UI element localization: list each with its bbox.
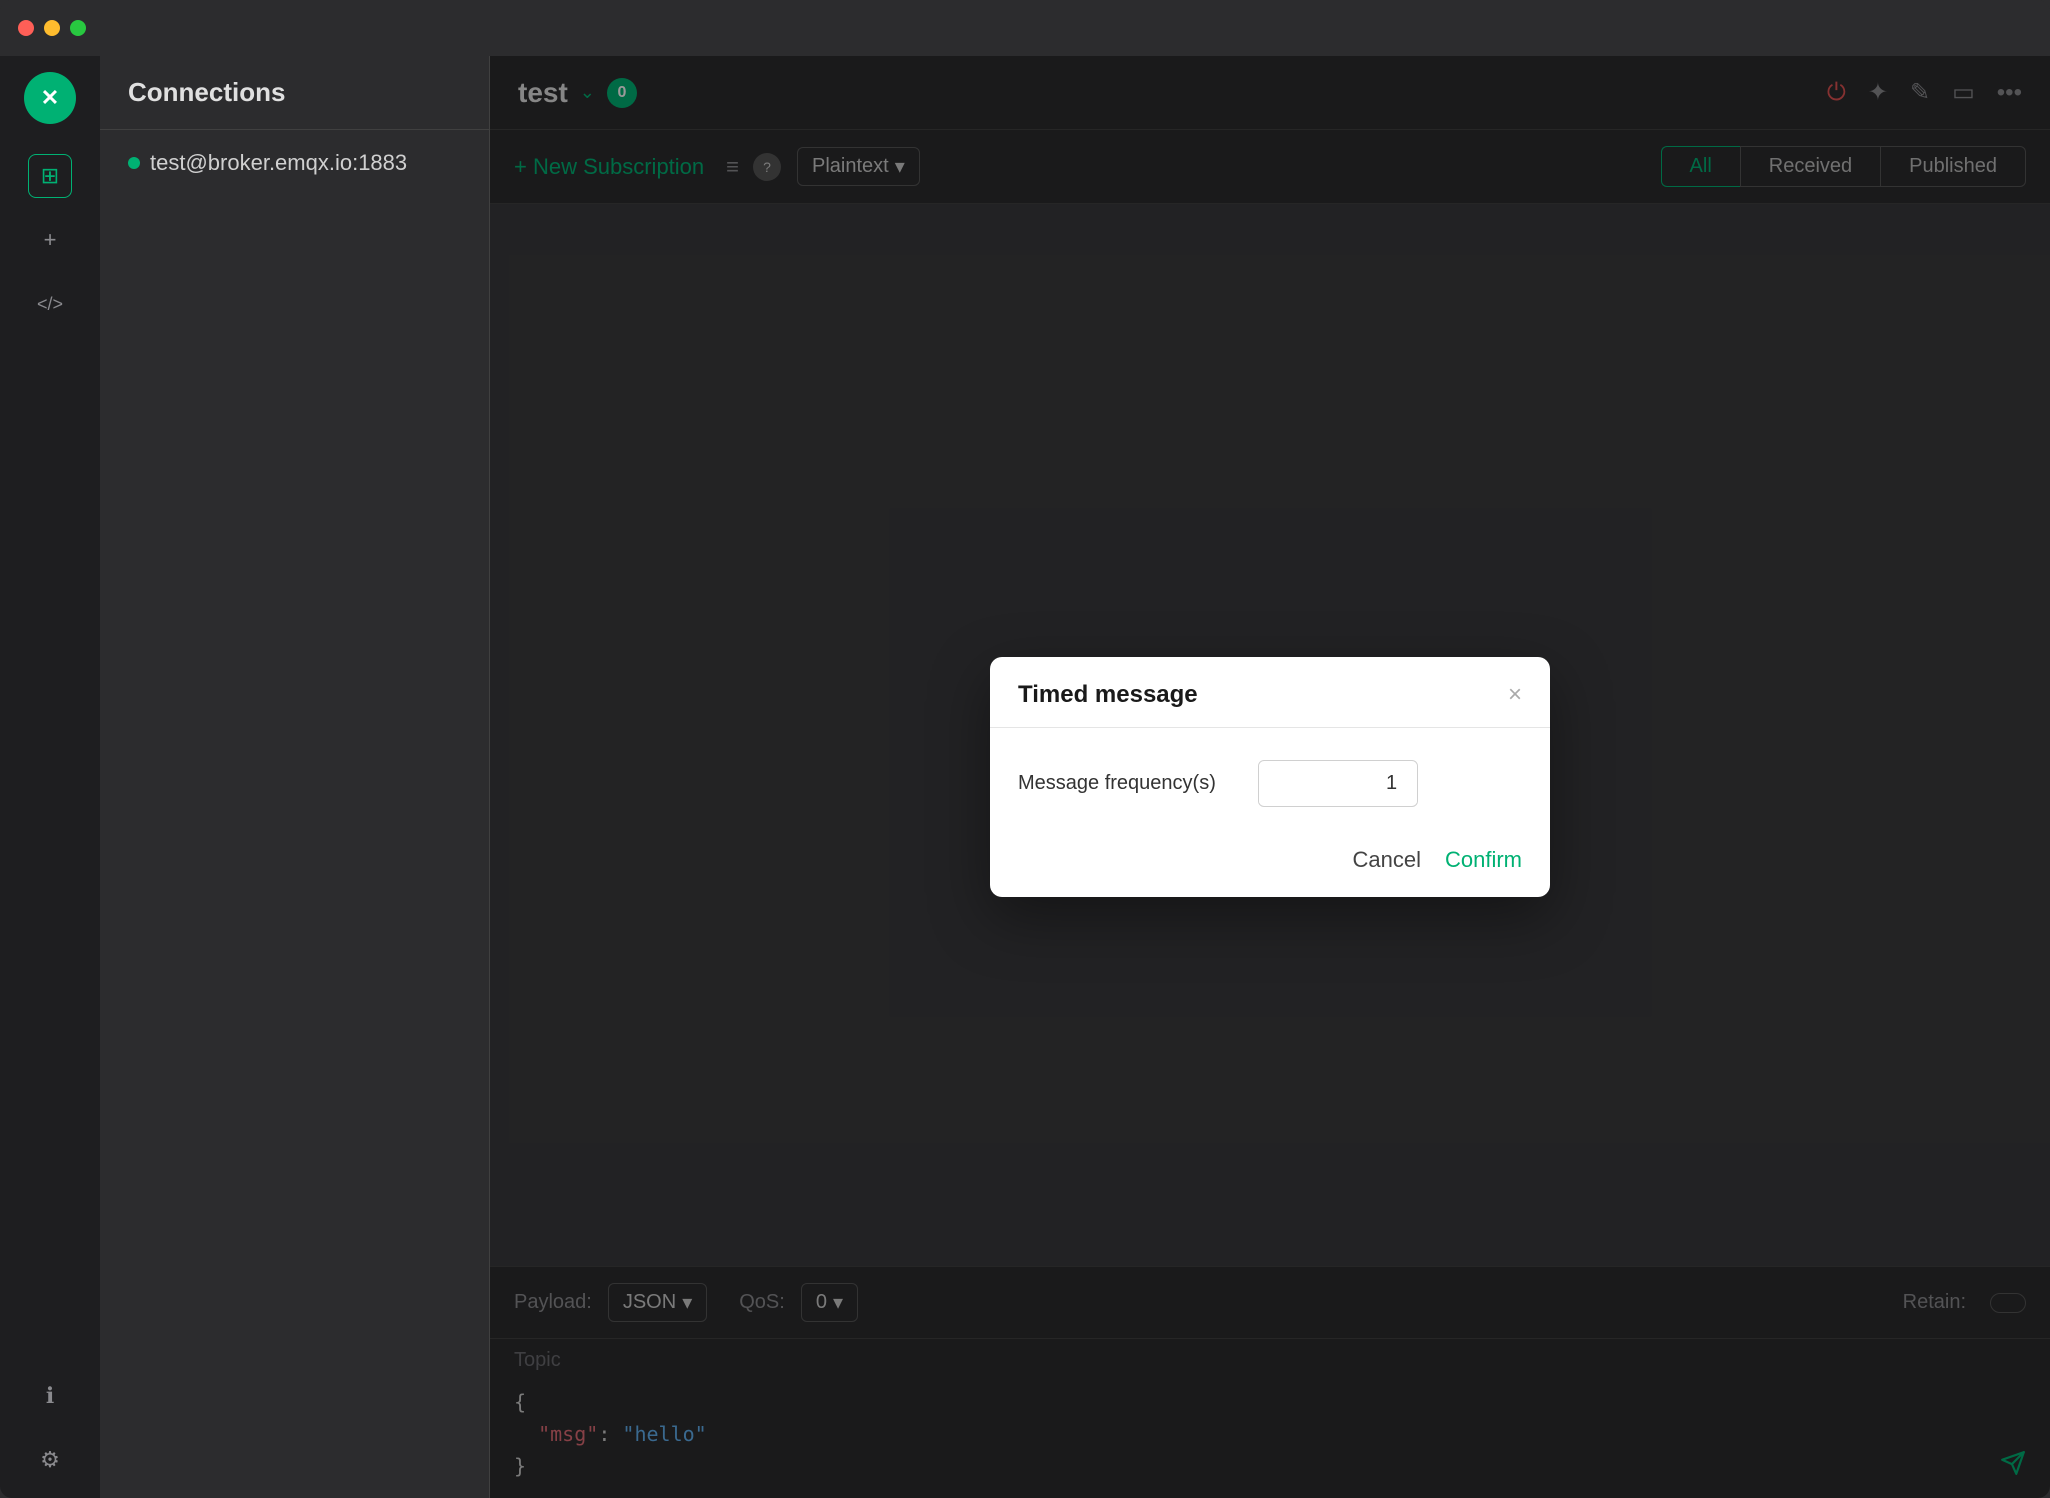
connection-status-dot <box>128 157 140 169</box>
modal-body: Message frequency(s) ▲ ▼ <box>990 728 1550 831</box>
sidebar-item-connections[interactable]: ⊞ <box>28 154 72 198</box>
sidebar-bottom: ℹ ⚙ <box>28 1374 72 1482</box>
modal: Timed message × Message frequency(s) <box>990 657 1550 897</box>
confirm-button[interactable]: Confirm <box>1445 847 1522 873</box>
modal-title: Timed message <box>1018 681 1198 709</box>
cancel-button[interactable]: Cancel <box>1353 847 1421 873</box>
frequency-label: Message frequency(s) <box>1018 772 1238 795</box>
modal-close-button[interactable]: × <box>1508 683 1522 707</box>
minimize-button[interactable] <box>44 20 60 36</box>
inner-content: Connections test@broker.emqx.io:1883 tes… <box>100 56 2050 1498</box>
connections-panel: Connections test@broker.emqx.io:1883 <box>100 56 490 1498</box>
modal-overlay[interactable]: Timed message × Message frequency(s) <box>490 56 2050 1498</box>
connection-item[interactable]: test@broker.emqx.io:1883 <box>100 130 489 196</box>
sidebar-item-settings[interactable]: ⚙ <box>28 1438 72 1482</box>
sidebar-item-add[interactable]: + <box>28 218 72 262</box>
connections-header: Connections <box>100 56 489 130</box>
app-window: ✕ ⊞ + </> ℹ ⚙ Connections test@bro <box>0 0 2050 1498</box>
close-button[interactable] <box>18 20 34 36</box>
main-layout: ✕ ⊞ + </> ℹ ⚙ Connections test@bro <box>0 56 2050 1498</box>
sidebar-item-info[interactable]: ℹ <box>28 1374 72 1418</box>
content-wrapper: test ⌄ 0 ⏻ ✦ ✎ ▭ ••• <box>490 56 2050 1498</box>
connection-name: test@broker.emqx.io:1883 <box>150 150 407 176</box>
connections-title: Connections <box>128 77 285 108</box>
traffic-lights <box>18 20 86 36</box>
form-row: Message frequency(s) ▲ ▼ <box>1018 760 1522 807</box>
sidebar: ✕ ⊞ + </> ℹ ⚙ <box>0 56 100 1498</box>
modal-header: Timed message × <box>990 657 1550 728</box>
sidebar-item-script[interactable]: </> <box>28 282 72 326</box>
frequency-spinner[interactable]: ▲ ▼ <box>1258 760 1418 807</box>
modal-footer: Cancel Confirm <box>990 831 1550 897</box>
content-area: Connections test@broker.emqx.io:1883 tes… <box>100 56 2050 1498</box>
sidebar-logo[interactable]: ✕ <box>24 72 76 124</box>
frequency-input[interactable] <box>1259 764 1418 803</box>
maximize-button[interactable] <box>70 20 86 36</box>
titlebar <box>0 0 2050 56</box>
